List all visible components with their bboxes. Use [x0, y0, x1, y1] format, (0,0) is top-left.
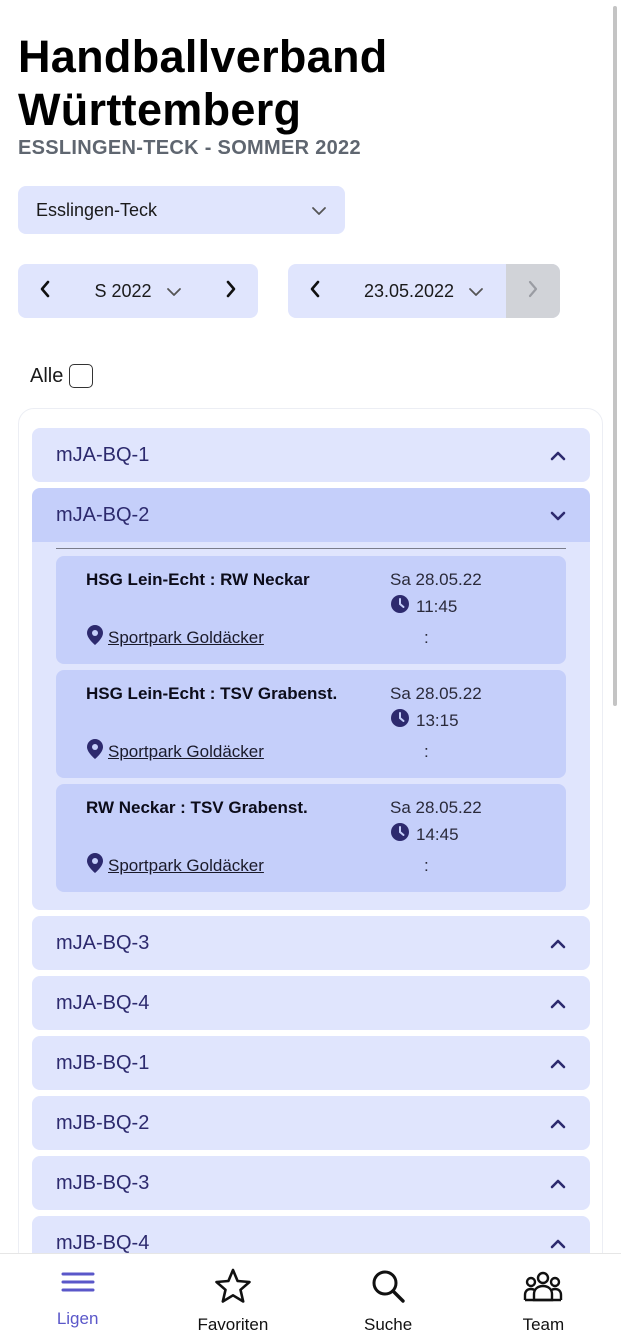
- region-select-value: Esslingen-Teck: [36, 199, 158, 220]
- chevron-up-icon: [550, 1112, 566, 1135]
- league-header[interactable]: mJA-BQ-4: [32, 976, 590, 1030]
- match-score: :: [424, 742, 429, 761]
- nav-label: Ligen: [56, 1309, 99, 1328]
- date-prev-button[interactable]: [288, 264, 342, 318]
- league-header[interactable]: mJB-BQ-3: [32, 1156, 590, 1210]
- match-time-value: 11:45: [416, 596, 458, 616]
- league-label: mJA-BQ-3: [56, 931, 150, 954]
- chevron-left-icon: [309, 280, 321, 303]
- match-venue-link[interactable]: Sportpark Goldäcker: [86, 738, 264, 765]
- nav-label: Suche: [364, 1315, 413, 1334]
- season-value: S 2022: [94, 280, 152, 301]
- chevron-up-icon: [550, 932, 566, 955]
- match-time-value: 14:45: [416, 824, 459, 844]
- league-header[interactable]: mJA-BQ-2: [32, 488, 590, 542]
- league-label: mJB-BQ-3: [56, 1171, 150, 1194]
- league-header[interactable]: mJB-BQ-1: [32, 1036, 590, 1090]
- chevron-down-icon: [550, 504, 566, 527]
- nav-label: Team: [522, 1315, 565, 1334]
- chevron-left-icon: [39, 280, 51, 303]
- location-pin-icon: [86, 624, 104, 651]
- region-select[interactable]: Esslingen-Teck: [18, 186, 345, 234]
- league-label: mJA-BQ-2: [56, 503, 150, 526]
- match-venue: Sportpark Goldäcker: [108, 627, 264, 647]
- chevron-right-icon: [527, 280, 539, 303]
- nav-item-suche[interactable]: Suche: [311, 1254, 466, 1344]
- match-card[interactable]: HSG Lein-Echt : RW Neckar Sa 28.05.22 11…: [56, 556, 566, 664]
- match-teams: RW Neckar : TSV Grabenst.: [86, 798, 308, 817]
- match-date: Sa 28.05.22: [390, 798, 482, 817]
- scrollbar[interactable]: [613, 6, 617, 706]
- match-venue-link[interactable]: Sportpark Goldäcker: [86, 852, 264, 879]
- match-teams: HSG Lein-Echt : TSV Grabenst.: [86, 684, 338, 703]
- season-picker: S 2022: [18, 264, 258, 318]
- date-picker: 23.05.2022: [288, 264, 560, 318]
- match-time: 14:45: [390, 822, 459, 847]
- league-label: mJB-BQ-2: [56, 1111, 150, 1134]
- nav-item-favoriten[interactable]: Favoriten: [155, 1254, 310, 1344]
- match-card[interactable]: RW Neckar : TSV Grabenst. Sa 28.05.22 14…: [56, 784, 566, 892]
- title-line-1: Handballverband: [18, 31, 388, 82]
- chevron-up-icon: [550, 444, 566, 467]
- match-card[interactable]: HSG Lein-Echt : TSV Grabenst. Sa 28.05.2…: [56, 670, 566, 778]
- page-title: Handballverband Württemberg: [18, 30, 388, 136]
- league-header[interactable]: mJA-BQ-3: [32, 916, 590, 970]
- location-pin-icon: [86, 852, 104, 879]
- location-pin-icon: [86, 738, 104, 765]
- league-label: mJB-BQ-4: [56, 1231, 150, 1254]
- nav-label: Favoriten: [197, 1315, 269, 1334]
- chevron-down-icon: [166, 281, 182, 302]
- league-matches: HSG Lein-Echt : RW Neckar Sa 28.05.22 11…: [32, 542, 590, 910]
- chevron-up-icon: [550, 992, 566, 1015]
- match-date: Sa 28.05.22: [390, 684, 482, 703]
- divider: [56, 548, 566, 549]
- filter-all-label: Alle: [30, 364, 64, 387]
- match-teams: HSG Lein-Echt : RW Neckar: [86, 570, 310, 589]
- match-score: :: [424, 856, 429, 875]
- title-line-2: Württemberg: [18, 84, 302, 135]
- date-value: 23.05.2022: [363, 280, 455, 301]
- clock-icon: [390, 822, 410, 847]
- match-date: Sa 28.05.22: [390, 570, 482, 589]
- season-prev-button[interactable]: [18, 264, 72, 318]
- menu-icon: [61, 1268, 95, 1303]
- nav-item-ligen[interactable]: Ligen: [0, 1254, 155, 1344]
- search-icon: [369, 1268, 407, 1309]
- filter-all-checkbox[interactable]: [69, 364, 94, 388]
- league-label: mJA-BQ-4: [56, 991, 150, 1014]
- match-venue-link[interactable]: Sportpark Goldäcker: [86, 624, 264, 651]
- match-time: 11:45: [390, 594, 457, 619]
- chevron-down-icon: [468, 281, 484, 302]
- chevron-down-icon: [311, 200, 327, 221]
- star-icon: [214, 1268, 252, 1309]
- match-score: :: [424, 628, 429, 647]
- league-label: mJA-BQ-1: [56, 443, 150, 466]
- league-header[interactable]: mJA-BQ-1: [32, 428, 590, 482]
- match-time: 13:15: [390, 708, 459, 733]
- page-subtitle: ESSLINGEN-TECK - SOMMER 2022: [18, 137, 361, 159]
- chevron-up-icon: [550, 1052, 566, 1075]
- clock-icon: [390, 708, 410, 733]
- chevron-right-icon: [225, 280, 237, 303]
- clock-icon: [390, 594, 410, 619]
- match-venue: Sportpark Goldäcker: [108, 855, 264, 875]
- team-icon: [523, 1268, 563, 1309]
- bottom-nav: Ligen Favoriten Suche Team: [0, 1253, 621, 1344]
- nav-item-team[interactable]: Team: [466, 1254, 621, 1344]
- date-next-button[interactable]: [506, 264, 560, 318]
- chevron-up-icon: [550, 1232, 566, 1255]
- season-select[interactable]: S 2022: [72, 281, 204, 302]
- chevron-up-icon: [550, 1172, 566, 1195]
- date-select[interactable]: 23.05.2022: [342, 281, 506, 302]
- filter-all: Alle: [30, 364, 94, 388]
- league-header[interactable]: mJB-BQ-2: [32, 1096, 590, 1150]
- match-time-value: 13:15: [416, 710, 459, 730]
- season-next-button[interactable]: [204, 264, 258, 318]
- match-venue: Sportpark Goldäcker: [108, 741, 264, 761]
- league-label: mJB-BQ-1: [56, 1051, 150, 1074]
